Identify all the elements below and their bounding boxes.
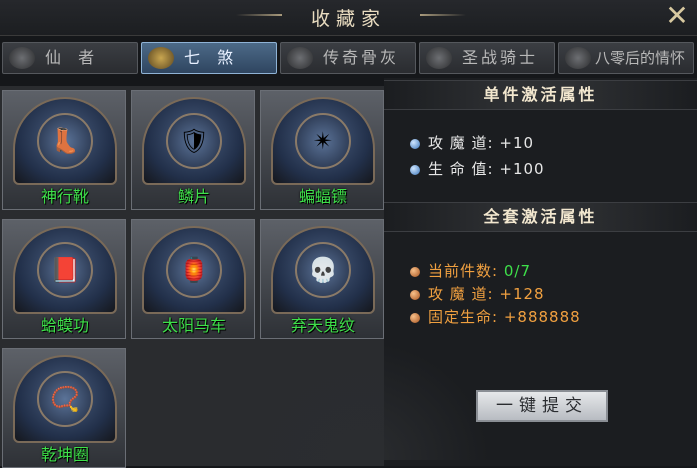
skull-icon: 💀 [295,242,351,298]
item-name: 太阳马车 [161,316,226,335]
slot-frame: 📿 [13,355,117,443]
tab-balinghou[interactable]: 八零后的情怀 [558,42,694,74]
emblem-icon [9,47,35,69]
attr-value: +888888 [503,308,581,326]
bat-dart-icon: ✴ [295,113,351,169]
progress-value: 0/7 [503,262,531,280]
tab-label: 圣战骑士 [462,48,539,67]
title-ornament-right [420,14,466,16]
set-attr-row: 攻 魔 道: +128 [410,283,545,304]
close-icon[interactable]: ✕ [663,2,691,30]
item-name: 蝙蝠镖 [298,187,347,206]
knight-emblem-icon [426,47,452,69]
attr-label: 生 命 值: [428,160,494,178]
dragon-emblem-icon [287,47,313,69]
attr-value: +10 [499,134,535,152]
attr-label: 固定生命: [428,308,499,326]
attr-label: 攻 魔 道: [428,134,494,152]
tab-qisha[interactable]: 七 煞 [141,42,277,74]
title-bar: 收藏家 ✕ [0,0,697,36]
item-slot[interactable]: 🛡 鳞片 [131,90,255,210]
tab-label: 仙 者 [45,48,101,67]
tab-shengzhan[interactable]: 圣战骑士 [419,42,555,74]
item-slot[interactable]: 👢 神行靴 [2,90,126,210]
slot-frame: ✴ [271,97,375,185]
item-name: 蛤蟆功 [40,316,89,335]
slot-frame: 📕 [13,226,117,314]
item-slot[interactable]: 💀 弃天鬼纹 [260,219,384,339]
item-name: 弃天鬼纹 [290,316,355,335]
slot-frame: 👢 [13,97,117,185]
item-slot[interactable]: ✴ 蝙蝠镖 [260,90,384,210]
tab-label: 传奇骨灰 [323,48,400,67]
orange-gem-icon [410,290,420,300]
item-name: 乾坤圈 [40,445,89,464]
window-title: 收藏家 [310,8,386,30]
single-attr-row: 生 命 值: +100 [410,158,545,179]
tab-label: 七 煞 [184,48,240,67]
orange-gem-icon [410,313,420,323]
blue-gem-icon [410,165,420,175]
chariot-icon: 🏮 [166,242,222,298]
tab-chuanqi[interactable]: 传奇骨灰 [280,42,416,74]
progress-label: 当前件数: [428,262,499,280]
blue-gem-icon [410,139,420,149]
collection-tabs: 仙 者 七 煞 传奇骨灰 圣战骑士 八零后的情怀 [0,42,697,76]
book-icon: 📕 [37,242,93,298]
item-name: 神行靴 [40,187,89,206]
slot-frame: 💀 [271,226,375,314]
single-section-title: 单件激活属性 [384,80,697,110]
set-attr-row: 固定生命: +888888 [410,306,581,327]
item-name: 鳞片 [177,187,210,206]
attr-value: +128 [499,285,545,303]
submit-all-button[interactable]: 一键提交 [476,390,608,422]
tab-label: 八零后的情怀 [595,49,686,67]
background-mountain [230,340,490,460]
item-slot[interactable]: 📕 蛤蟆功 [2,219,126,339]
slot-frame: 🛡 [142,97,246,185]
attr-value: +100 [499,160,545,178]
winged-emblem-icon [148,47,174,69]
set-section-title: 全套激活属性 [384,202,697,232]
sword-emblem-icon [565,47,591,69]
slot-frame: 🏮 [142,226,246,314]
item-slot[interactable]: 🏮 太阳马车 [131,219,255,339]
scale-icon: 🛡 [166,113,222,169]
item-slot[interactable]: 📿 乾坤圈 [2,348,126,468]
orange-gem-icon [410,267,420,277]
boots-icon: 👢 [37,113,93,169]
set-progress-row: 当前件数: 0/7 [410,260,531,281]
tab-xianzhe[interactable]: 仙 者 [2,42,138,74]
ring-icon: 📿 [37,371,93,427]
attr-label: 攻 魔 道: [428,285,494,303]
single-attr-row: 攻 魔 道: +10 [410,132,534,153]
